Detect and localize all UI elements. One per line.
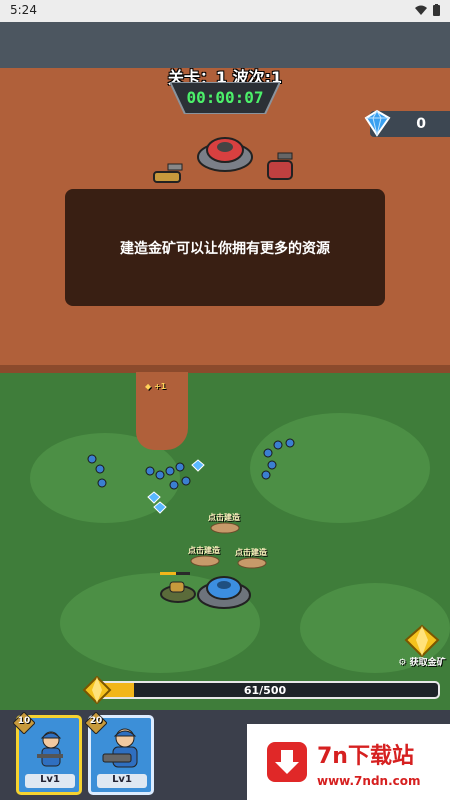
tip-message: 建造金矿可以让你拥有更多的资源 — [120, 241, 330, 257]
build-spot-mound — [190, 555, 220, 567]
status-icons — [415, 4, 440, 16]
get-gold-mine-button[interactable]: ⚙ 获取金矿 — [394, 624, 450, 674]
site-watermark: 7n下载站 www.7ndn.com — [247, 724, 450, 800]
unit-cost: 20 — [89, 716, 103, 726]
unit-level: Lv1 — [97, 774, 147, 788]
wifi-icon — [415, 5, 427, 15]
build-spot-2[interactable]: 点击建造 — [188, 545, 222, 569]
unit-cost: 10 — [17, 716, 31, 726]
gold-small-icon: ◆ — [145, 382, 152, 391]
player-zone — [0, 373, 450, 710]
watermark-url: www.7ndn.com — [317, 774, 421, 788]
unit-cost-badge: 10 — [12, 711, 36, 735]
gold-icon — [82, 676, 112, 704]
gold-ore-icon — [404, 624, 440, 658]
player-tank — [160, 572, 196, 603]
build-spot-mound — [210, 522, 240, 534]
enemy-base — [197, 137, 253, 172]
wave-timer: 00:00:07 — [186, 88, 264, 107]
progress-text: 61/500 — [243, 684, 287, 697]
level-banner: 关卡：1 波次:1 00:00:07 — [140, 60, 310, 116]
enemy-cannon — [153, 163, 183, 183]
status-time: 5:24 — [10, 3, 37, 17]
blue-gem-icon — [364, 109, 391, 137]
download-logo-icon — [267, 742, 307, 782]
soldier-group — [87, 438, 295, 514]
status-bar: 5:24 — [0, 0, 450, 22]
rifleman-icon — [37, 731, 63, 767]
unit-card-rifleman[interactable]: 10 Lv1 — [12, 711, 82, 795]
progress-track: 61/500 — [90, 681, 440, 699]
unit-level: Lv1 — [25, 774, 75, 788]
gem-count: 0 — [416, 116, 426, 132]
battery-icon — [433, 4, 440, 16]
build-spot-1[interactable]: 点击建造 — [208, 512, 242, 536]
heavy-gunner-icon — [102, 728, 138, 768]
resource-progress: 61/500 — [82, 676, 442, 704]
gear-icon: ⚙ — [398, 658, 407, 668]
gold-plus-text: +1 — [153, 382, 167, 391]
timer-box: 00:00:07 — [170, 82, 280, 114]
gold-plus-label: ◆ +1 — [145, 382, 166, 391]
gem-counter: 0 — [364, 109, 450, 137]
tutorial-tip: 建造金矿可以让你拥有更多的资源 — [65, 189, 385, 306]
unit-card-heavy-gunner[interactable]: 20 Lv1 — [84, 711, 154, 795]
get-gold-mine-label: ⚙ 获取金矿 — [398, 658, 446, 668]
player-base[interactable] — [196, 568, 252, 610]
enemy-turret — [267, 152, 293, 180]
watermark-title: 7n下载站 — [317, 744, 414, 769]
